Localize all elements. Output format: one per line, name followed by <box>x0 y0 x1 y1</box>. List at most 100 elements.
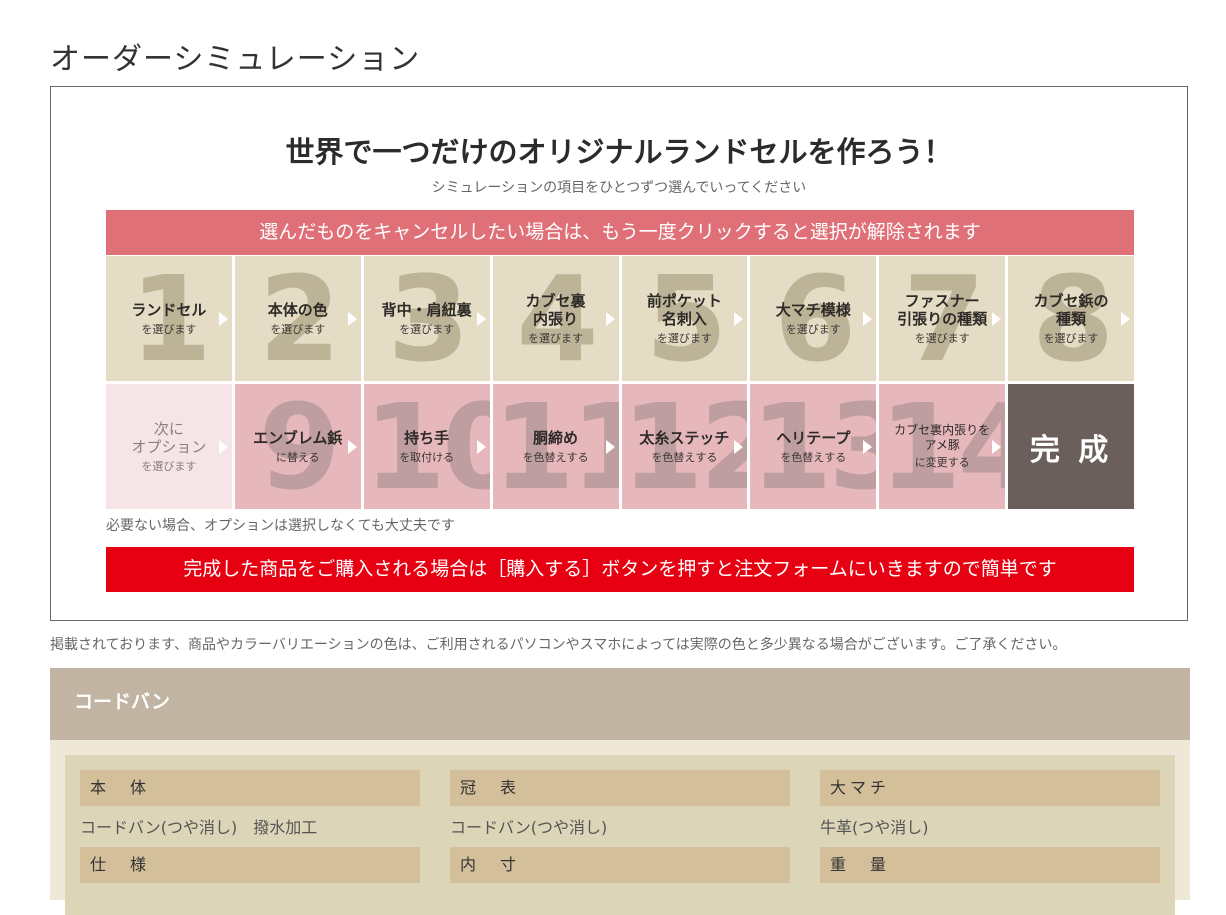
step-sublabel: を色替えする <box>522 450 589 464</box>
step-6-gusset-pattern[interactable]: 6 大マチ模様 を選びます <box>750 256 877 381</box>
spec-value <box>80 891 420 913</box>
product-header: コードバン <box>50 668 1190 740</box>
step-sublabel: に変更する <box>914 455 970 469</box>
color-disclaimer: 掲載されております、商品やカラーバリエーションの色は、ご利用されるパソコンやスマ… <box>50 637 1067 653</box>
arrow-right-icon <box>605 311 615 326</box>
step-sublabel: を色替えする <box>780 450 847 464</box>
step-4-flap-lining[interactable]: 4 カブセ裏 内張り を選びます <box>492 256 619 381</box>
simulation-subheading: シミュレーションの項目をひとつずつ選んでいってください <box>431 180 807 196</box>
step-number: 12 <box>621 384 748 509</box>
step-number: 6 <box>774 256 856 381</box>
simulation-panel: 世界で一つだけのオリジナルランドセルを作ろう！ シミュレーションの項目をひとつず… <box>50 86 1188 621</box>
step-sublabel: を選びます <box>785 322 841 336</box>
step-label: エンブレム鋲 <box>253 428 343 447</box>
step-sublabel: を選びます <box>141 322 197 336</box>
step-label: 次に オプション <box>131 419 207 456</box>
step-5-front-pocket[interactable]: 5 前ポケット 名刺入 を選びます <box>621 256 748 381</box>
step-number: 9 <box>258 384 341 509</box>
spec-label: 大マチ <box>820 770 1160 806</box>
step-label: 前ポケット 名刺入 <box>646 291 722 328</box>
spec-area: 本 体 コードバン(つや消し) 撥水加工 冠 表 コードバン(つや消し) 大マチ… <box>50 740 1190 915</box>
arrow-right-icon <box>863 439 873 454</box>
spec-flap: 冠 表 コードバン(つや消し) <box>450 770 790 837</box>
arrow-right-icon <box>734 439 744 454</box>
arrow-right-icon <box>476 311 486 326</box>
step-label: 持ち手 <box>404 428 450 447</box>
steps-grid: 1 ランドセル を選びます 2 本体の色 を選びます 3 背中・肩紐裏 を選びま… <box>106 256 1134 512</box>
spec-label: 冠 表 <box>450 770 790 806</box>
spec-label: 仕 様 <box>80 847 420 883</box>
step-label: ファスナー 引張りの種類 <box>897 291 988 328</box>
option-14-lining[interactable]: 14 カブセ裏内張りを アメ豚 に変更する <box>879 384 1006 509</box>
option-12-stitch[interactable]: 12 太糸ステッチ を色替えする <box>621 384 748 509</box>
spec-value <box>820 891 1160 913</box>
spec-table: 本 体 コードバン(つや消し) 撥水加工 冠 表 コードバン(つや消し) 大マチ… <box>65 755 1175 915</box>
step-label: 胴締め <box>533 428 579 447</box>
spec-gusset: 大マチ 牛革(つや消し) <box>820 770 1160 837</box>
spec-value: コードバン(つや消し) <box>450 818 608 837</box>
page-title: オーダーシミュレーション <box>50 42 421 78</box>
step-1-landsel[interactable]: 1 ランドセル を選びます <box>106 256 232 381</box>
simulation-heading: 世界で一つだけのオリジナルランドセルを作ろう！ <box>285 135 953 169</box>
step-sublabel: を選びます <box>914 331 970 345</box>
step-sublabel: に替える <box>275 450 320 464</box>
arrow-right-icon <box>992 439 1002 454</box>
option-intro: 次に オプション を選びます <box>106 384 232 509</box>
step-2-body-color[interactable]: 2 本体の色 を選びます <box>234 256 361 381</box>
spec-label: 本 体 <box>80 770 420 806</box>
step-8-flap-rivet[interactable]: 8 カブセ鋲の 種類 を選びます <box>1008 256 1134 381</box>
arrow-right-icon <box>605 439 615 454</box>
step-sublabel: を選びます <box>270 322 326 336</box>
spec-value: 牛革(つや消し) <box>820 818 929 837</box>
option-13-edge-tape[interactable]: 13 ヘリテープ を色替えする <box>750 384 877 509</box>
arrow-right-icon <box>1121 311 1130 326</box>
step-number: 3 <box>387 256 470 381</box>
arrow-right-icon <box>347 311 357 326</box>
spec-value <box>450 891 790 913</box>
step-number: 1 <box>129 256 212 381</box>
arrow-right-icon <box>476 439 486 454</box>
step-label: ランドセル <box>131 300 207 319</box>
step-number: 10 <box>363 384 490 509</box>
step-number: 11 <box>492 384 619 509</box>
spec-specification: 仕 様 <box>80 847 420 913</box>
spec-label: 内 寸 <box>450 847 790 883</box>
step-sublabel: を選びます <box>399 322 455 336</box>
complete-button[interactable]: 完 成 <box>1008 384 1134 509</box>
step-number: 13 <box>750 384 877 509</box>
step-sublabel: を選びます <box>141 459 197 473</box>
option-9-emblem[interactable]: 9 エンブレム鋲 に替える <box>234 384 361 509</box>
step-label: カブセ鋲の 種類 <box>1033 291 1109 328</box>
spec-weight: 重 量 <box>820 847 1160 913</box>
spec-value: コードバン(つや消し) 撥水加工 <box>80 818 318 837</box>
option-10-handle[interactable]: 10 持ち手 を取付ける <box>363 384 490 509</box>
step-sublabel: を選びます <box>1043 331 1099 345</box>
step-sublabel: を選びます <box>656 331 712 345</box>
arrow-right-icon <box>992 311 1002 326</box>
step-label: ヘリテープ <box>776 428 851 447</box>
arrow-right-icon <box>218 439 228 454</box>
step-number: 2 <box>258 256 341 381</box>
step-label: カブセ裏内張りを アメ豚 <box>894 423 991 452</box>
step-label: カブセ裏 内張り <box>525 291 586 328</box>
step-7-zipper-pull[interactable]: 7 ファスナー 引張りの種類 を選びます <box>879 256 1006 381</box>
spec-inner-size: 内 寸 <box>450 847 790 913</box>
step-sublabel: を色替えする <box>651 450 718 464</box>
step-3-back-strap[interactable]: 3 背中・肩紐裏 を選びます <box>363 256 490 381</box>
step-label: 本体の色 <box>267 300 328 319</box>
arrow-right-icon <box>734 311 744 326</box>
complete-label: 完 成 <box>1029 432 1113 468</box>
spec-label: 重 量 <box>820 847 1160 883</box>
step-sublabel: を取付ける <box>399 450 455 464</box>
step-label: 大マチ模様 <box>775 300 851 319</box>
step-label: 背中・肩紐裏 <box>381 300 472 319</box>
arrow-right-icon <box>347 439 357 454</box>
purchase-notice-bar: 完成した商品をご購入される場合は［購入する］ボタンを押すと注文フォームにいきます… <box>106 547 1134 592</box>
option-11-belt[interactable]: 11 胴締め を色替えする <box>492 384 619 509</box>
optional-note: 必要ない場合、オプションは選択しなくても大丈夫です <box>106 518 455 534</box>
spec-body: 本 体 コードバン(つや消し) 撥水加工 <box>80 770 420 837</box>
step-sublabel: を選びます <box>528 331 584 345</box>
step-label: 太糸ステッチ <box>639 428 730 447</box>
cancel-notice-bar: 選んだものをキャンセルしたい場合は、もう一度クリックすると選択が解除されます <box>106 210 1134 255</box>
arrow-right-icon <box>863 311 873 326</box>
